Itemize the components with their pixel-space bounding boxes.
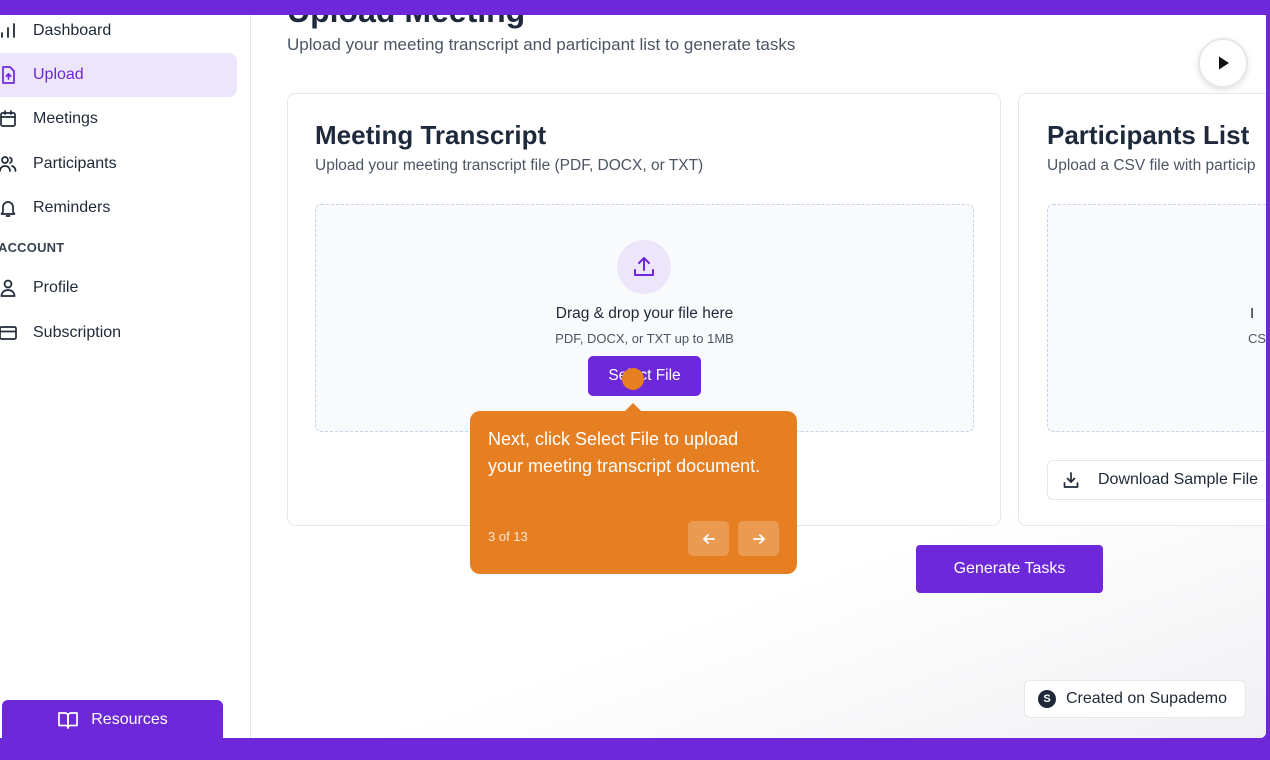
file-upload-icon: [0, 65, 18, 85]
sidebar-item-dashboard[interactable]: Dashboard: [0, 15, 237, 53]
transcript-card-description: Upload your meeting transcript file (PDF…: [315, 157, 704, 174]
generate-tasks-button[interactable]: Generate Tasks: [916, 545, 1103, 593]
page-subtitle: Upload your meeting transcript and parti…: [287, 35, 796, 54]
sidebar-item-participants[interactable]: Participants: [0, 142, 237, 186]
resources-button[interactable]: Resources: [2, 700, 223, 738]
sidebar-item-reminders[interactable]: Reminders: [0, 186, 237, 230]
users-icon: [0, 154, 18, 174]
calendar-icon: [0, 109, 18, 129]
page-title: Upload Meeting: [287, 15, 525, 30]
dropzone-hint-partial: CS: [1248, 331, 1266, 346]
participants-card-title: Participants List: [1047, 120, 1250, 150]
book-icon: [57, 709, 79, 731]
section-label-account: ACCOUNT: [0, 240, 65, 255]
participants-card: Participants List Upload a CSV file with…: [1018, 93, 1266, 526]
bell-icon: [0, 198, 18, 218]
download-sample-button[interactable]: Download Sample File: [1047, 460, 1266, 500]
supademo-logo-icon: S: [1038, 690, 1056, 708]
bar-chart-icon: [0, 21, 18, 41]
sidebar-item-meetings[interactable]: Meetings: [0, 97, 237, 141]
app-window: Dashboard Upload Meetings Participants R…: [0, 15, 1266, 738]
resources-label: Resources: [91, 711, 168, 728]
tooltip-step-counter: 3 of 13: [488, 529, 528, 544]
supademo-badge[interactable]: S Created on Supademo: [1024, 680, 1246, 718]
sidebar-item-subscription[interactable]: Subscription: [0, 311, 237, 355]
participants-dropzone[interactable]: I CS: [1047, 204, 1266, 432]
tooltip-prev-button[interactable]: [688, 521, 729, 556]
sidebar-item-label: Dashboard: [33, 22, 112, 39]
walkthrough-tooltip: Next, click Select File to upload your m…: [470, 411, 797, 574]
upload-icon: [617, 240, 671, 294]
download-sample-label: Download Sample File: [1098, 471, 1259, 488]
tooltip-next-button[interactable]: [738, 521, 779, 556]
transcript-dropzone[interactable]: Drag & drop your file here PDF, DOCX, or…: [315, 204, 974, 432]
participants-card-description: Upload a CSV file with particip: [1047, 157, 1256, 174]
arrow-right-icon: [752, 533, 765, 544]
play-icon: [1219, 56, 1229, 70]
sidebar-item-label: Meetings: [33, 110, 98, 127]
dropzone-hint: PDF, DOCX, or TXT up to 1MB: [555, 331, 734, 346]
sidebar-item-label: Reminders: [33, 199, 111, 216]
sidebar-item-profile[interactable]: Profile: [0, 266, 237, 310]
user-icon: [0, 278, 18, 298]
dropzone-title-partial: I: [1250, 305, 1255, 322]
tooltip-text: Next, click Select File to upload your m…: [488, 429, 761, 476]
sidebar-item-upload[interactable]: Upload: [0, 53, 237, 97]
credit-card-icon: [0, 323, 18, 343]
download-icon: [1063, 472, 1079, 488]
sidebar-item-label: Upload: [33, 66, 84, 83]
sidebar-item-label: Profile: [33, 279, 79, 296]
play-button[interactable]: [1198, 38, 1248, 88]
supademo-badge-label: Created on Supademo: [1066, 690, 1227, 707]
select-file-button[interactable]: Select File: [588, 356, 701, 396]
arrow-left-icon: [702, 533, 715, 544]
dropzone-title: Drag & drop your file here: [555, 305, 734, 322]
transcript-card-title: Meeting Transcript: [315, 120, 547, 150]
walkthrough-hotspot[interactable]: [622, 368, 644, 390]
sidebar: Dashboard Upload Meetings Participants R…: [0, 15, 251, 738]
sidebar-item-label: Participants: [33, 155, 117, 172]
sidebar-item-label: Subscription: [33, 324, 122, 341]
